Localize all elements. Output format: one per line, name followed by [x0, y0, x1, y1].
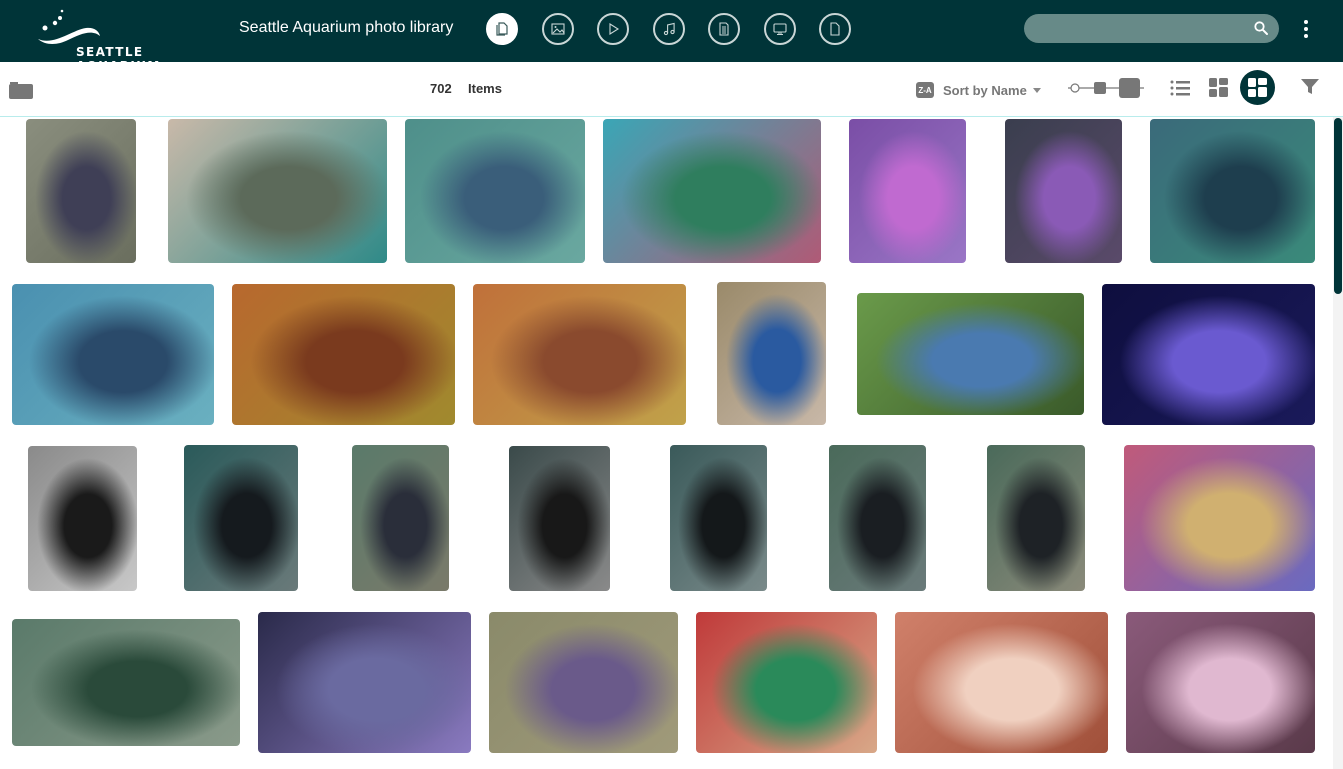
- files-icon: [496, 22, 508, 36]
- filter-images-button[interactable]: [542, 13, 574, 45]
- photo-tile[interactable]: [509, 446, 610, 591]
- seattle-aquarium-logo[interactable]: SEATTLE AQUARIUM: [34, 6, 204, 73]
- photo-tile[interactable]: [232, 284, 455, 425]
- mosaic-icon: [1248, 78, 1267, 97]
- sort-dropdown[interactable]: Z-A Sort by Name: [916, 81, 1041, 99]
- search-input[interactable]: [1036, 19, 1246, 38]
- music-icon: [663, 22, 675, 36]
- photo-tile[interactable]: [12, 284, 214, 425]
- thumbnail-size-slider[interactable]: [1066, 76, 1144, 100]
- app-title: Seattle Aquarium photo library: [239, 19, 454, 36]
- chevron-down-icon: [1032, 87, 1041, 93]
- scrollbar-track[interactable]: [1333, 117, 1343, 769]
- photo-tile[interactable]: [258, 612, 471, 753]
- filter-icon[interactable]: [1301, 79, 1319, 95]
- photo-tile[interactable]: [895, 612, 1108, 753]
- play-icon: [609, 23, 620, 35]
- photo-tile[interactable]: [1124, 445, 1315, 591]
- photo-tile[interactable]: [1102, 284, 1315, 425]
- photo-tile[interactable]: [28, 446, 137, 591]
- document-icon: [719, 22, 729, 36]
- mosaic-view-button[interactable]: [1240, 70, 1275, 105]
- photo-tile[interactable]: [670, 445, 767, 591]
- photo-tile[interactable]: [603, 119, 821, 263]
- photo-tile[interactable]: [352, 445, 449, 591]
- toolbar: 702 Items Z-A Sort by Name: [0, 62, 1343, 117]
- photo-tile[interactable]: [1150, 119, 1315, 263]
- sort-order-icon: Z-A: [916, 82, 934, 98]
- scrollbar-thumb[interactable]: [1334, 118, 1342, 294]
- photo-tile[interactable]: [1126, 612, 1315, 753]
- filter-audio-button[interactable]: [653, 13, 685, 45]
- folder-icon[interactable]: [9, 78, 33, 100]
- item-count-label: Items: [468, 81, 502, 96]
- top-bar: SEATTLE AQUARIUM Seattle Aquarium photo …: [0, 0, 1343, 73]
- photo-tile[interactable]: [987, 445, 1085, 591]
- photo-tile[interactable]: [857, 293, 1084, 415]
- grid-view-button[interactable]: [1209, 78, 1228, 97]
- size-medium-stop[interactable]: [1094, 82, 1106, 94]
- filter-presentations-button[interactable]: [764, 13, 796, 45]
- sort-label: Sort by Name: [943, 82, 1027, 98]
- photo-tile[interactable]: [26, 119, 136, 263]
- photo-tile[interactable]: [849, 119, 966, 263]
- photo-tile[interactable]: [717, 282, 826, 425]
- filter-other-button[interactable]: [819, 13, 851, 45]
- filter-video-button[interactable]: [597, 13, 629, 45]
- photo-tile[interactable]: [168, 119, 387, 263]
- photo-tile[interactable]: [405, 119, 585, 263]
- photo-tile[interactable]: [829, 445, 926, 591]
- photo-tile[interactable]: [473, 284, 686, 425]
- image-icon: [551, 23, 565, 35]
- search-icon[interactable]: [1253, 20, 1269, 36]
- filter-all-files-button[interactable]: [486, 13, 518, 45]
- photo-tile[interactable]: [12, 619, 240, 746]
- photo-tile[interactable]: [184, 445, 298, 591]
- photo-tile[interactable]: [696, 612, 877, 753]
- item-count: 702: [430, 81, 452, 96]
- size-small-stop[interactable]: [1070, 83, 1080, 93]
- photo-gallery: [0, 117, 1330, 769]
- monitor-icon: [773, 23, 787, 35]
- photo-tile[interactable]: [489, 612, 678, 753]
- file-icon: [830, 22, 840, 36]
- filter-documents-button[interactable]: [708, 13, 740, 45]
- size-large-stop[interactable]: [1119, 78, 1140, 98]
- list-view-button[interactable]: [1170, 79, 1190, 97]
- photo-tile[interactable]: [1005, 119, 1122, 263]
- more-vertical-icon[interactable]: [1298, 16, 1314, 42]
- search-bar: [1024, 14, 1279, 43]
